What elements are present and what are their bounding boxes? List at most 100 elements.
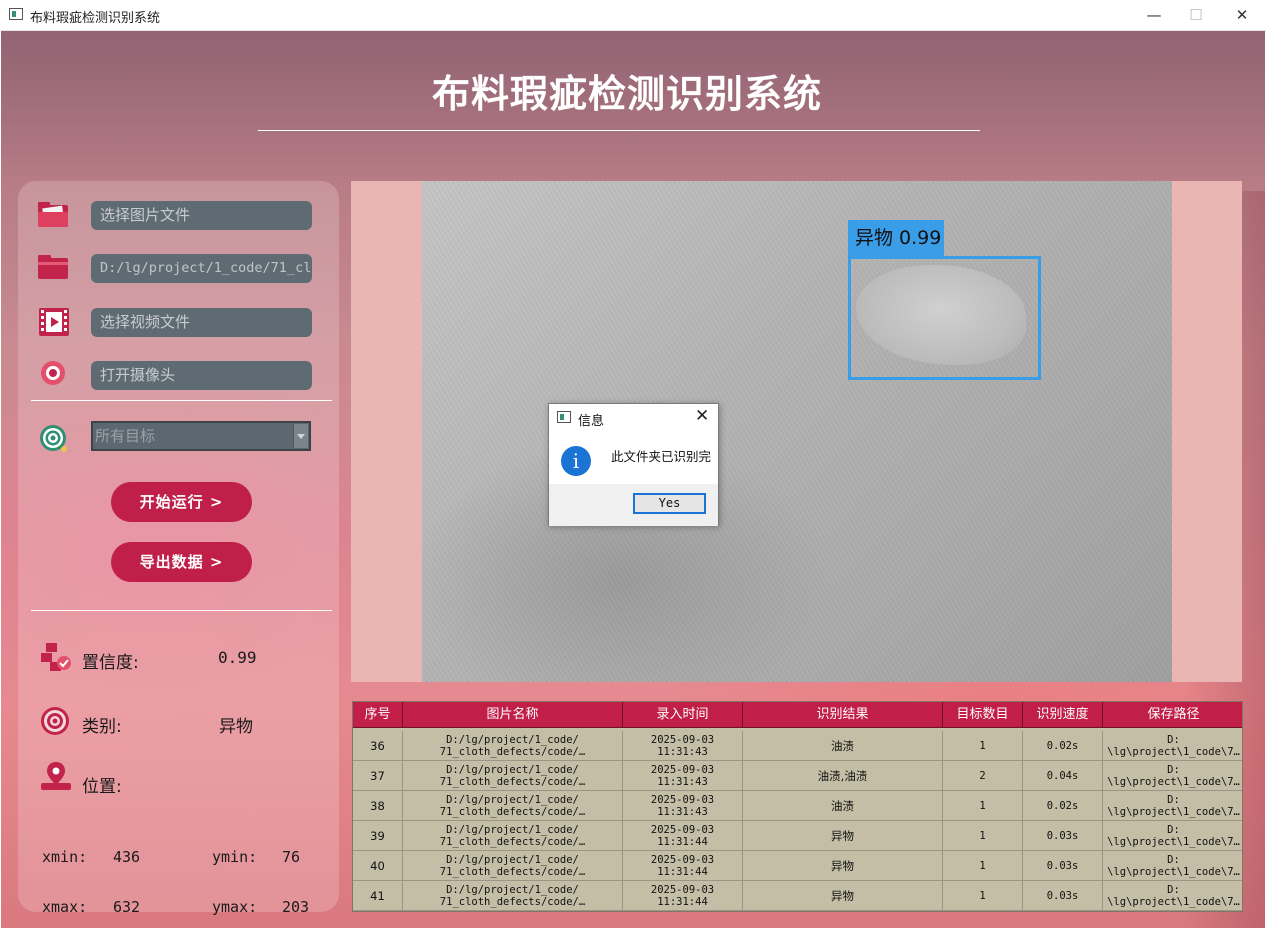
cell-count: 2	[943, 761, 1023, 791]
class-value: 异物	[219, 717, 253, 737]
confidence-value: 0.99	[218, 648, 257, 667]
table-row[interactable]: 40 D:/lg/project/1_code/ 71_cloth_defects…	[353, 851, 1242, 881]
table-row[interactable]: 39 D:/lg/project/1_code/ 71_cloth_defects…	[353, 821, 1242, 851]
cell-result: 油渍	[743, 791, 943, 821]
video-file-input[interactable]: 选择视频文件	[91, 308, 312, 337]
yes-button[interactable]: Yes	[633, 493, 706, 514]
col-header-result[interactable]: 识别结果	[743, 702, 943, 727]
confidence-label: 置信度:	[82, 653, 139, 673]
cell-save-path: D: \lg\project\1_code\7…	[1107, 854, 1240, 878]
table-header: 序号 图片名称 录入时间 识别结果 目标数目 识别速度 保存路径	[353, 702, 1242, 728]
cell-time: 2025-09-03 11:31:44	[623, 851, 743, 881]
cell-count: 1	[943, 851, 1023, 881]
ymax-value: 203	[282, 898, 310, 916]
divider	[31, 400, 332, 401]
image-file-input[interactable]: 选择图片文件	[91, 201, 312, 230]
cell-index: 39	[353, 821, 403, 851]
cell-count: 1	[943, 731, 1023, 761]
cell-speed: 0.03s	[1023, 821, 1103, 851]
divider	[31, 610, 332, 611]
dialog-message: 此文件夹已识别完	[611, 450, 712, 464]
close-button[interactable]: ✕	[1227, 5, 1257, 25]
col-header-speed[interactable]: 识别速度	[1023, 702, 1103, 727]
target-icon	[40, 425, 67, 452]
results-table: 序号 图片名称 录入时间 识别结果 目标数目 识别速度 保存路径 36 D:/lg…	[352, 701, 1243, 912]
detection-box	[848, 256, 1041, 380]
table-row[interactable]: 37 D:/lg/project/1_code/ 71_cloth_defects…	[353, 761, 1242, 791]
info-icon: i	[561, 446, 591, 476]
cell-time: 2025-09-03 11:31:43	[623, 761, 743, 791]
cell-time: 2025-09-03 11:31:43	[623, 731, 743, 761]
image-folder-icon[interactable]	[36, 199, 70, 229]
start-run-button[interactable]: 开始运行 >	[111, 482, 252, 522]
chevron-down-icon[interactable]	[293, 424, 308, 448]
cell-image-name: D:/lg/project/1_code/ 71_cloth_defects/c…	[403, 821, 623, 851]
target-select-value: 所有目标	[95, 427, 156, 445]
cell-index: 37	[353, 761, 403, 791]
cell-save-path: D: \lg\project\1_code\7…	[1107, 824, 1240, 848]
image-view: 异物 0.99	[351, 181, 1242, 682]
cell-result: 异物	[743, 851, 943, 881]
dialog-title: 信息	[578, 413, 605, 428]
cell-save-path: D: \lg\project\1_code\7…	[1107, 764, 1240, 788]
control-panel: 选择图片文件 D:/lg/project/1_code/71_clo 选择视频文…	[18, 181, 339, 916]
col-header-time[interactable]: 录入时间	[623, 702, 743, 727]
col-header-save-path[interactable]: 保存路径	[1103, 702, 1242, 727]
col-header-count[interactable]: 目标数目	[943, 702, 1023, 727]
minimize-button[interactable]: —	[1139, 5, 1169, 25]
cell-index: 41	[353, 881, 403, 911]
message-dialog: 信息 ✕ i 此文件夹已识别完 Yes	[548, 403, 719, 526]
cell-count: 1	[943, 791, 1023, 821]
cell-time: 2025-09-03 11:31:44	[623, 881, 743, 911]
ymax-label: ymax:	[212, 898, 258, 916]
cell-image-name: D:/lg/project/1_code/ 71_cloth_defects/c…	[403, 731, 623, 761]
window-title: 布料瑕疵检测识别系统	[30, 11, 161, 26]
detection-label: 异物 0.99	[848, 220, 944, 256]
export-data-button[interactable]: 导出数据 >	[111, 542, 252, 582]
cell-image-name: D:/lg/project/1_code/ 71_cloth_defects/c…	[403, 881, 623, 911]
cell-index: 40	[353, 851, 403, 881]
camera-input[interactable]: 打开摄像头	[91, 361, 312, 390]
cell-count: 1	[943, 821, 1023, 851]
cell-speed: 0.02s	[1023, 791, 1103, 821]
table-row[interactable]: 36 D:/lg/project/1_code/ 71_cloth_defects…	[353, 731, 1242, 761]
cell-index: 36	[353, 731, 403, 761]
xmin-value: 436	[113, 848, 141, 866]
cell-time: 2025-09-03 11:31:43	[623, 791, 743, 821]
class-label: 类别:	[82, 717, 122, 737]
location-pin-icon	[41, 762, 71, 790]
camera-icon[interactable]	[38, 359, 72, 389]
cell-speed: 0.03s	[1023, 851, 1103, 881]
cell-image-name: D:/lg/project/1_code/ 71_cloth_defects/c…	[403, 851, 623, 881]
cell-result: 油渍,油渍	[743, 761, 943, 791]
fabric-image: 异物 0.99	[422, 181, 1172, 682]
cell-speed: 0.02s	[1023, 731, 1103, 761]
maximize-button[interactable]: ☐	[1181, 5, 1211, 25]
col-header-index[interactable]: 序号	[353, 702, 403, 727]
cell-result: 油渍	[743, 731, 943, 761]
title-divider	[258, 130, 980, 131]
dialog-close-button[interactable]: ✕	[695, 406, 709, 426]
col-header-image-name[interactable]: 图片名称	[403, 702, 623, 727]
window-titlebar: 布料瑕疵检测识别系统 — ☐ ✕	[0, 0, 1266, 31]
cell-image-name: D:/lg/project/1_code/ 71_cloth_defects/c…	[403, 791, 623, 821]
cell-result: 异物	[743, 821, 943, 851]
position-label: 位置:	[82, 777, 122, 797]
cell-save-path: D: \lg\project\1_code\7…	[1107, 794, 1240, 818]
cell-time: 2025-09-03 11:31:44	[623, 821, 743, 851]
table-row[interactable]: 41 D:/lg/project/1_code/ 71_cloth_defects…	[353, 881, 1242, 911]
video-file-icon[interactable]	[38, 307, 72, 337]
folder-path-input[interactable]: D:/lg/project/1_code/71_clo	[91, 254, 312, 283]
xmax-value: 632	[113, 898, 141, 916]
ymin-value: 76	[282, 848, 301, 866]
cell-index: 38	[353, 791, 403, 821]
cell-result: 异物	[743, 881, 943, 911]
cell-count: 1	[943, 881, 1023, 911]
confidence-icon	[41, 643, 71, 671]
page-title: 布料瑕疵检测识别系统	[431, 72, 822, 116]
target-select[interactable]: 所有目标	[91, 421, 311, 451]
table-row[interactable]: 38 D:/lg/project/1_code/ 71_cloth_defects…	[353, 791, 1242, 821]
dialog-footer: Yes	[549, 484, 718, 526]
folder-icon[interactable]	[36, 251, 70, 281]
ymin-label: ymin:	[212, 848, 258, 866]
